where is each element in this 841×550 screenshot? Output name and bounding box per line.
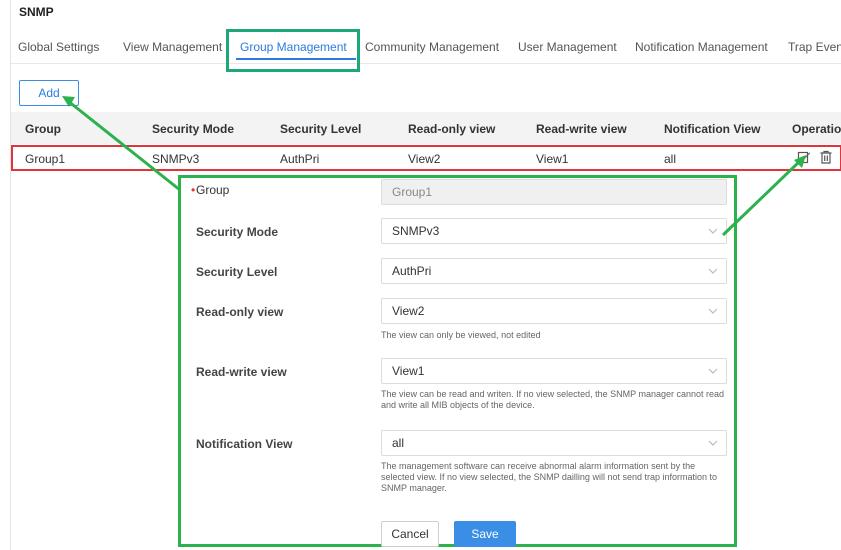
security-mode-select[interactable]: SNMPv3	[381, 218, 727, 244]
security-mode-value: SNMPv3	[392, 224, 440, 238]
tab-user-management[interactable]: User Management	[518, 40, 617, 54]
cancel-button[interactable]: Cancel	[381, 521, 439, 547]
tab-view-management[interactable]: View Management	[123, 40, 222, 54]
read-write-view-label: Read-write view	[196, 365, 287, 379]
tab-community-management[interactable]: Community Management	[365, 40, 499, 54]
chevron-down-icon	[708, 308, 718, 314]
cell-security-level: AuthPri	[280, 152, 320, 166]
cell-group: Group1	[25, 152, 66, 166]
chevron-down-icon	[708, 228, 718, 234]
delete-icon[interactable]	[819, 150, 833, 164]
table-row[interactable]: Group1 SNMPv3 AuthPri View2 View1 all	[11, 145, 841, 171]
cell-security-mode: SNMPv3	[152, 152, 200, 166]
read-only-view-value: View2	[392, 304, 425, 318]
edit-group-form: • Group Group1 Security Mode SNMPv3 Secur…	[178, 175, 737, 547]
group-input-value: Group1	[392, 185, 433, 199]
tab-highlight-box	[226, 29, 360, 72]
required-marker: •	[191, 183, 196, 197]
tab-trap-event[interactable]: Trap Event	[788, 40, 841, 54]
column-header-read-only-view: Read-only view	[408, 122, 496, 136]
chevron-down-icon	[708, 368, 718, 374]
read-only-view-label: Read-only view	[196, 305, 284, 319]
read-write-view-select[interactable]: View1	[381, 358, 727, 384]
add-button[interactable]: Add	[19, 80, 79, 106]
cell-read-only-view: View2	[408, 152, 441, 166]
chevron-down-icon	[708, 268, 718, 274]
tab-notification-management[interactable]: Notification Management	[635, 40, 768, 54]
notification-view-value: all	[392, 436, 405, 450]
tab-bar: Global Settings View Management Group Ma…	[11, 30, 841, 64]
cell-read-write-view: View1	[536, 152, 569, 166]
notification-view-select[interactable]: all	[381, 430, 727, 456]
notification-view-label: Notification View	[196, 437, 293, 451]
column-header-read-write-view: Read-write view	[536, 122, 627, 136]
security-mode-label: Security Mode	[196, 225, 279, 239]
tab-global-settings[interactable]: Global Settings	[18, 40, 99, 54]
column-header-security-level: Security Level	[280, 122, 362, 136]
security-level-select[interactable]: AuthPri	[381, 258, 727, 284]
security-level-label: Security Level	[196, 265, 278, 279]
group-input[interactable]: Group1	[381, 179, 727, 205]
read-only-view-select[interactable]: View2	[381, 298, 727, 324]
column-header-security-mode: Security Mode	[152, 122, 235, 136]
column-header-notification-view: Notification View	[664, 122, 761, 136]
read-write-view-value: View1	[392, 364, 425, 378]
table-header: Group Security Mode Security Level Read-…	[11, 112, 841, 144]
read-write-view-hint: The view can be read and writen. If no v…	[381, 389, 725, 410]
column-header-group: Group	[25, 122, 61, 136]
security-level-value: AuthPri	[392, 264, 432, 278]
chevron-down-icon	[708, 440, 718, 446]
column-header-operation: Operation	[792, 122, 841, 136]
save-button[interactable]: Save	[454, 521, 516, 547]
page-title: SNMP	[19, 5, 54, 19]
edit-icon[interactable]	[797, 150, 811, 164]
snmp-page: SNMP Global Settings View Management Gro…	[10, 0, 841, 550]
read-only-view-hint: The view can only be viewed, not edited	[381, 330, 541, 340]
group-label-text: Group	[196, 183, 230, 197]
cell-notification-view: all	[664, 152, 677, 166]
notification-view-hint: The management software can receive abno…	[381, 461, 718, 493]
group-field-label: • Group	[191, 183, 230, 197]
